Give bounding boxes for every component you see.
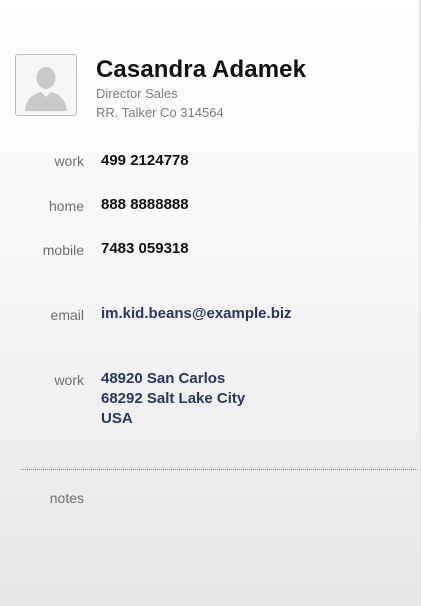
work-phone-label: work [54,153,84,169]
company-name: RR. Talker Co 314564 [96,105,224,120]
mobile-phone-value[interactable]: 7483 059318 [101,239,189,259]
notes-label: notes [49,490,84,506]
home-phone-value[interactable]: 888 8888888 [101,195,189,215]
job-title: Director Sales [96,86,178,101]
address-country: USA [101,410,133,427]
email-link[interactable]: im.kid.beans@example.biz [101,304,292,324]
address-link[interactable]: 48920 San Carlos 68292 Salt Lake City US… [101,369,245,429]
mobile-phone-label: mobile [42,242,84,258]
email-label: email [50,307,84,323]
address-city: 68292 Salt Lake City [101,390,246,407]
home-phone-label: home [48,198,84,214]
address-label: work [54,372,84,388]
contact-card: Casandra Adamek Director Sales RR. Talke… [0,0,421,606]
contact-name: Casandra Adamek [96,56,307,83]
divider [21,469,418,470]
person-silhouette-icon [16,55,76,115]
work-phone-value[interactable]: 499 2124778 [101,151,189,171]
address-street: 48920 San Carlos [101,370,226,387]
avatar[interactable] [15,54,77,116]
